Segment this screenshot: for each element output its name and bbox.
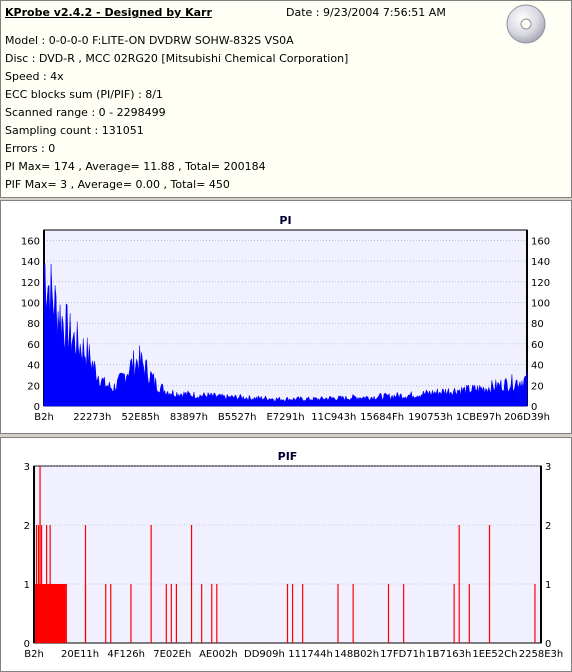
y-tick-label-right: 140 [531,257,550,268]
scan-date: Date : 9/23/2004 7:56:51 AM [286,6,446,19]
y-tick-label-right: 160 [531,236,550,247]
x-tick-label: 1EE52Ch [472,649,517,660]
y-tick-label-left: 140 [21,257,40,268]
y-tick-label-left: 100 [21,298,40,309]
errors-line: Errors : 0 [5,142,56,155]
model-line: Model : 0-0-0-0 F:LITE-ON DVDRW SOHW-832… [5,34,294,47]
y-tick-label-right: 1 [545,580,551,591]
y-tick-label-right: 20 [531,381,544,392]
x-tick-label: B5527h [218,412,257,423]
x-tick-label: B2h [34,412,54,423]
app-title: KProbe v2.4.2 - Designed by Karr [5,6,212,19]
y-tick-label-left: 120 [21,278,40,289]
y-tick-label-left: 1 [24,580,30,591]
plot-area [43,229,528,407]
x-tick-label: 2258E3h [519,649,563,660]
x-tick-label: 83897h [170,412,208,423]
chart-title: PIF [278,450,298,463]
pi-stats-line: PI Max= 174 , Average= 11.88 , Total= 20… [5,160,266,173]
x-tick-label: 20E11h [61,649,99,660]
y-tick-label-left: 40 [27,361,40,372]
x-tick-label: 1CBE97h [456,412,502,423]
x-tick-label: 4F126h [107,649,145,660]
x-tick-label: 52E85h [122,412,160,423]
y-tick-label-left: 160 [21,236,40,247]
pi-chart: PI0 020 2040 4060 6080 80100 100120 120140 14016… [21,214,550,423]
x-tick-label: 17FD71h [380,649,425,660]
pif-chart-panel: PIF 0 0 1 1 2 2 3 3 B2h 20E11h 4F126h 7E02Eh AE002h DD… [0,437,572,672]
chart-title: PI [279,214,291,227]
x-tick-label: 190753h [408,412,453,423]
y-tick-label-left: 3 [24,462,30,473]
x-tick-label: 1B7163h [426,649,471,660]
x-tick-label: 15684Fh [360,412,404,423]
x-tick-label: 111744h [288,649,333,660]
y-tick-label-right: 2 [545,521,551,532]
info-panel: KProbe v2.4.2 - Designed by Karr Date : … [0,0,572,198]
sampling-line: Sampling count : 131051 [5,124,144,137]
y-tick-label-right: 3 [545,462,551,473]
disc-line: Disc : DVD-R , MCC 02RG20 [Mitsubishi Ch… [5,52,349,65]
y-tick-label-left: 2 [24,521,30,532]
y-tick-label-left: 60 [27,340,40,351]
pif-dense-block [35,584,66,643]
x-tick-label: DD909h [244,649,285,660]
speed-line: Speed : 4x [5,70,64,83]
y-tick-label-left: 20 [27,381,40,392]
x-tick-label: 206D39h [504,412,550,423]
pif-stats-line: PIF Max= 3 , Average= 0.00 , Total= 450 [5,178,230,191]
x-tick-label: 148B02h [334,649,379,660]
x-tick-label: 11C943h [311,412,356,423]
x-tick-label: 22273h [73,412,111,423]
range-line: Scanned range : 0 - 2298499 [5,106,166,119]
cd-disc-icon [506,4,546,44]
x-tick-label: E7291h [266,412,304,423]
ecc-line: ECC blocks sum (PI/PIF) : 8/1 [5,88,163,101]
y-tick-label-right: 100 [531,298,550,309]
x-tick-label: AE002h [199,649,238,660]
pi-chart-panel: PI 0 0 20 20 40 40 60 60 80 80 100 100 120 120 140 140 16… [0,200,572,434]
y-tick-label-right: 120 [531,278,550,289]
y-tick-label-left: 80 [27,319,40,330]
y-tick-label-right: 60 [531,340,544,351]
y-tick-label-right: 80 [531,319,544,330]
x-tick-label: 7E02Eh [153,649,191,660]
y-tick-label-right: 40 [531,361,544,372]
pif-chart: PIF0 01 12 23 3B2h 20E11h 4F126h 7E02Eh AE002h DD… [24,450,564,660]
x-tick-label: B2h [24,649,44,660]
